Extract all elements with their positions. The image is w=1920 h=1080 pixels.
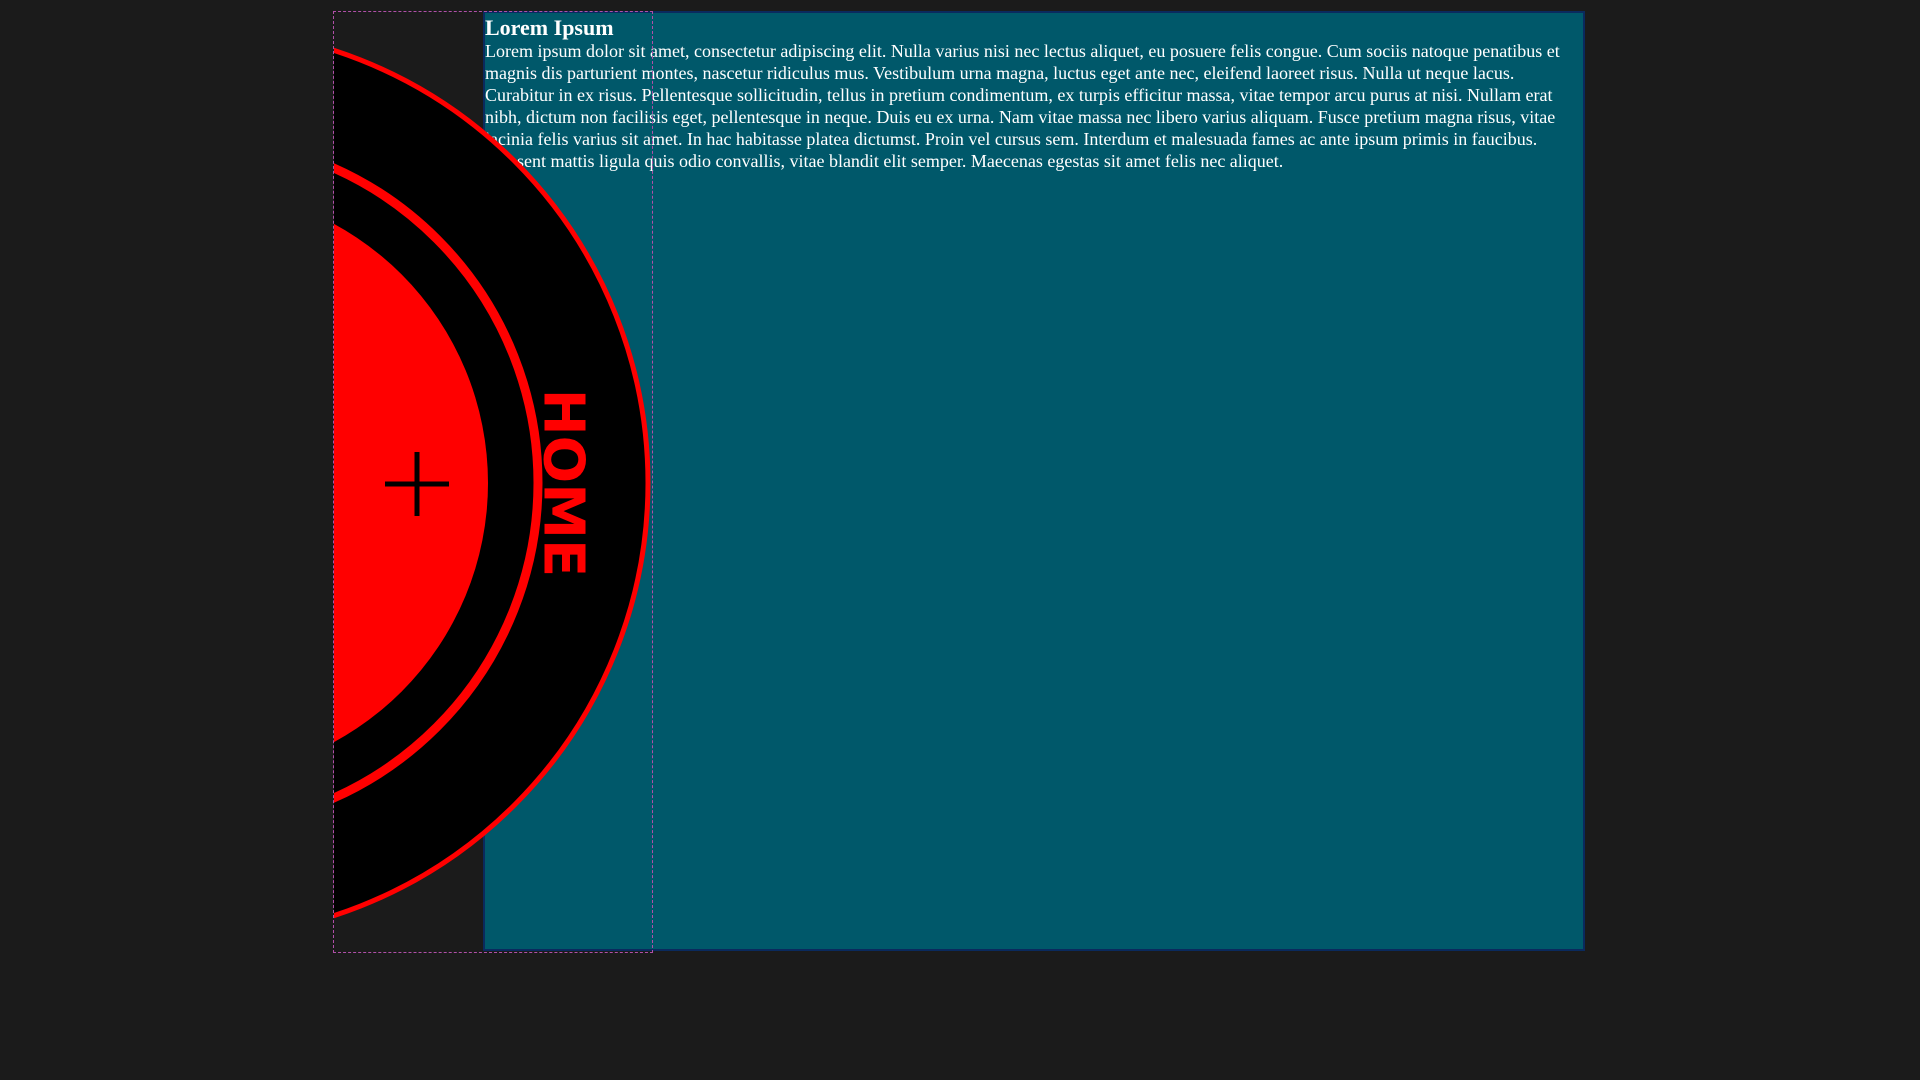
page-background: Lorem Ipsum Lorem ipsum dolor sit amet, …: [0, 0, 1920, 1080]
circular-menu: HOME: [333, 11, 653, 953]
menu-item-home[interactable]: HOME: [531, 389, 596, 577]
circular-menu-graphic: HOME: [334, 47, 651, 919]
